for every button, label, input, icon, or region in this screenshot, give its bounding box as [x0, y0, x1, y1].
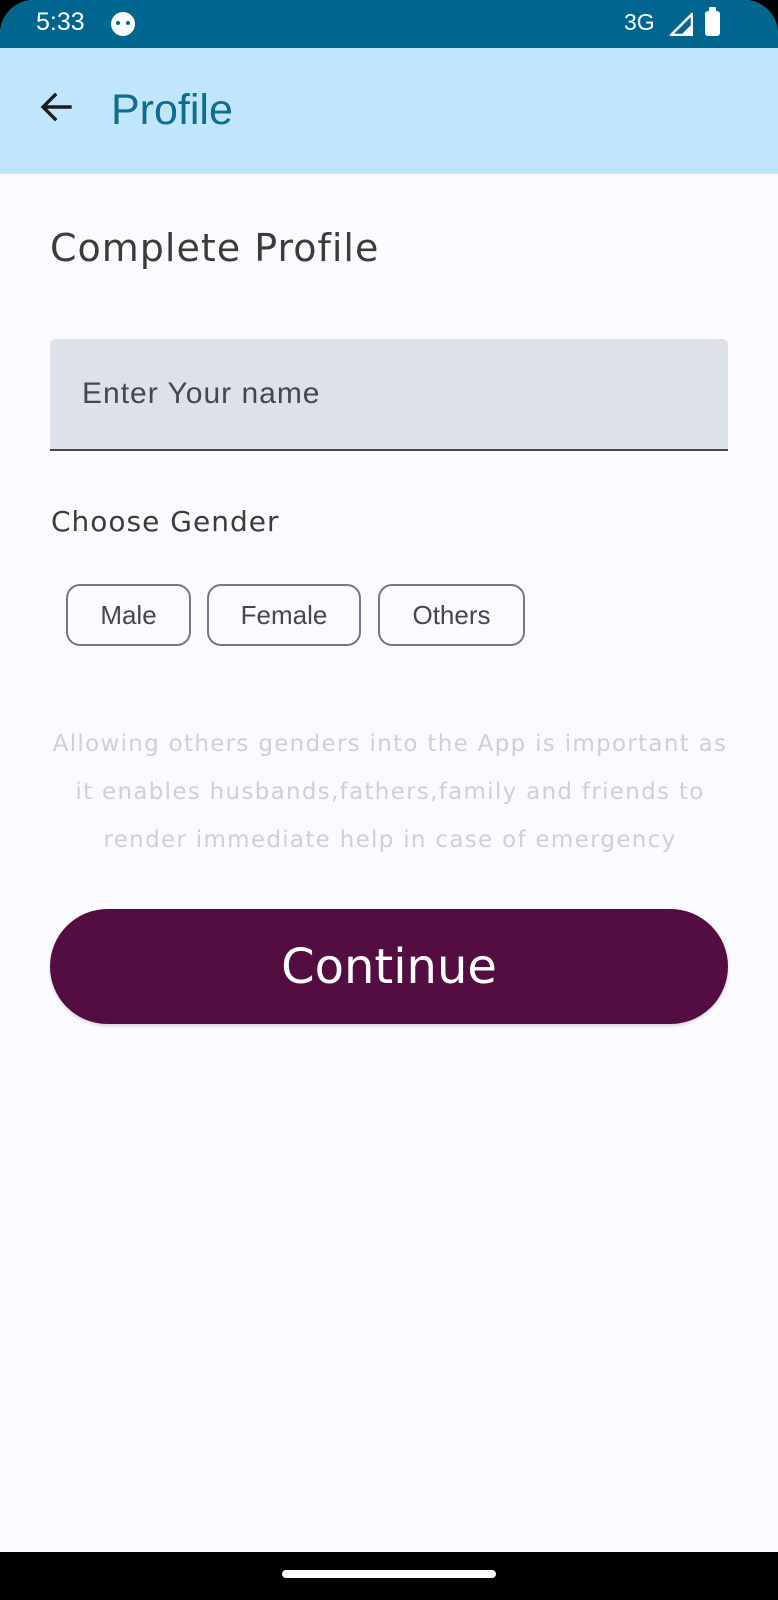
name-field[interactable]: [50, 339, 728, 451]
continue-button[interactable]: Continue: [50, 909, 728, 1024]
name-input[interactable]: [50, 339, 728, 449]
back-button[interactable]: [30, 81, 82, 133]
app-bar: Profile: [0, 48, 778, 174]
home-indicator[interactable]: [282, 1570, 496, 1578]
app-notification-icon: [111, 12, 135, 36]
gender-info-text: Allowing others genders into the App is …: [52, 731, 728, 853]
battery-icon: [705, 7, 720, 36]
gender-label: Choose Gender: [51, 505, 280, 538]
status-bar: 5:33 3G: [0, 0, 778, 48]
signal-icon: [669, 12, 693, 36]
gender-chip-male[interactable]: Male: [66, 584, 191, 646]
status-time: 5:33: [36, 8, 85, 36]
network-type: 3G: [624, 9, 655, 35]
profile-screen: 5:33 3G Profile Complete Profile Choose …: [0, 0, 778, 1600]
gender-chip-female[interactable]: Female: [207, 584, 361, 646]
app-bar-title: Profile: [111, 86, 233, 134]
page-heading: Complete Profile: [50, 226, 380, 270]
navigation-bar: [0, 1552, 778, 1600]
gender-chip-others[interactable]: Others: [378, 584, 525, 646]
arrow-back-icon: [40, 92, 72, 122]
